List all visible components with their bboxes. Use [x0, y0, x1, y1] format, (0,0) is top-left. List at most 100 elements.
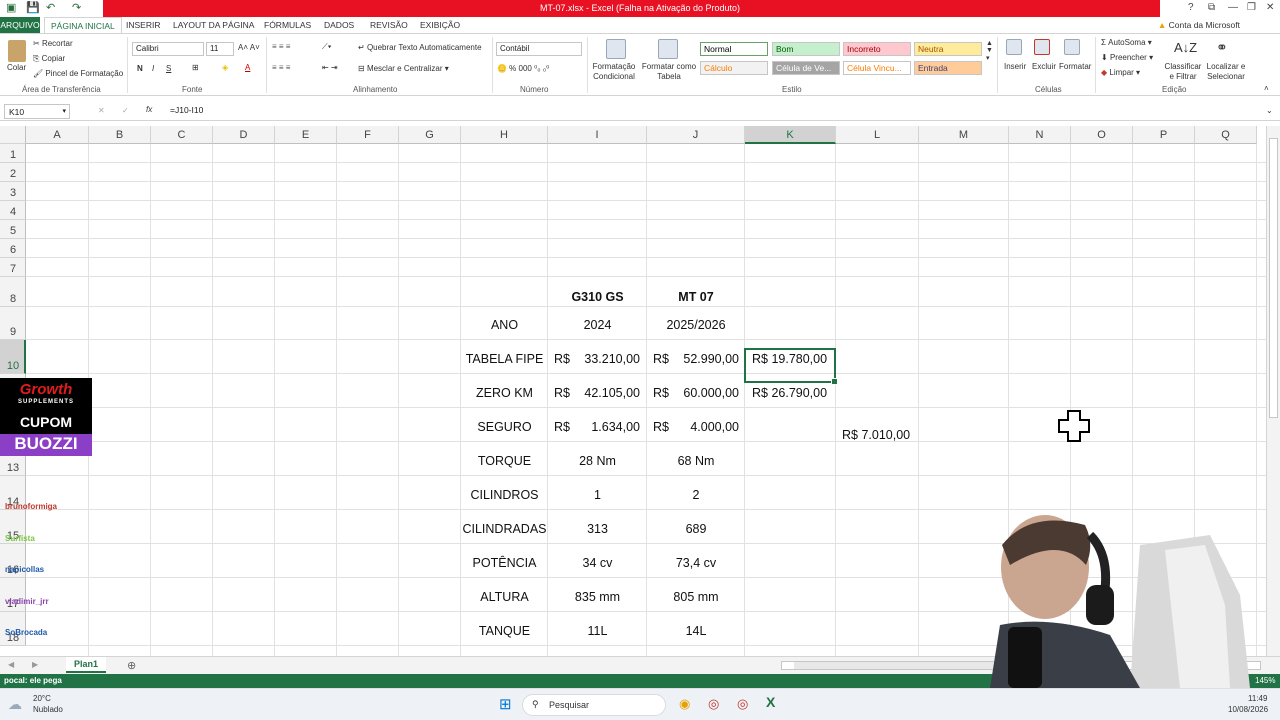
- windows-start-icon[interactable]: ⊞: [499, 695, 512, 713]
- cell-H16[interactable]: POTÊNCIA: [461, 556, 548, 570]
- sort-filter-button[interactable]: Classificar e Filtrar: [1164, 62, 1202, 82]
- weather-icon[interactable]: ☁: [8, 696, 22, 713]
- row-header-17[interactable]: 17: [0, 578, 26, 612]
- currency-icon[interactable]: 🪙 % 000 ⁰₀ ₀⁰: [497, 64, 549, 73]
- cell-I18[interactable]: 11L: [548, 624, 647, 638]
- select-all-corner[interactable]: [0, 126, 26, 144]
- selected-cell-K10[interactable]: [744, 348, 838, 385]
- cell-L12[interactable]: R$ 7.010,00: [842, 428, 910, 442]
- scroll-sheets-right-icon[interactable]: ▶: [32, 660, 38, 669]
- font-size-select[interactable]: 11: [206, 42, 234, 56]
- find-select-button[interactable]: Localizar e Selecionar: [1204, 62, 1248, 82]
- orientation-icon[interactable]: ⟋▾: [322, 42, 332, 52]
- cell-H12[interactable]: SEGURO: [461, 420, 548, 434]
- row-header-3[interactable]: 3: [0, 182, 26, 201]
- column-header-L[interactable]: L: [836, 126, 919, 144]
- new-sheet-icon[interactable]: ⊕: [127, 659, 136, 672]
- cell-I17[interactable]: 835 mm: [548, 590, 647, 604]
- format-table-icon[interactable]: [658, 39, 678, 59]
- excel-taskbar-icon[interactable]: X: [766, 694, 775, 710]
- column-header-B[interactable]: B: [89, 126, 151, 144]
- fill-color-icon[interactable]: ◈: [222, 63, 228, 72]
- formula-input[interactable]: =J10-I10: [170, 105, 203, 115]
- column-header-D[interactable]: D: [213, 126, 275, 144]
- copy-button[interactable]: ⎘ Copiar: [33, 54, 65, 64]
- cell-I10[interactable]: 33.210,00: [560, 352, 640, 366]
- fill-button[interactable]: ⬇ Preencher ▾: [1101, 53, 1153, 62]
- sheet-tab-plan1[interactable]: Plan1: [66, 657, 106, 673]
- conditional-format-button[interactable]: Formatação Condicional: [591, 62, 637, 82]
- column-header-N[interactable]: N: [1009, 126, 1071, 144]
- cut-button[interactable]: ✂ Recortar: [33, 39, 73, 48]
- cell-H13[interactable]: TORQUE: [461, 454, 548, 468]
- cell-H11[interactable]: ZERO KM: [461, 386, 548, 400]
- insert-function-icon[interactable]: fx: [146, 105, 152, 114]
- tab-arquivo[interactable]: ARQUIVO: [0, 17, 40, 34]
- row-header-7[interactable]: 7: [0, 258, 26, 277]
- taskbar-search[interactable]: ⚲ Pesquisar: [522, 694, 666, 716]
- row-header-5[interactable]: 5: [0, 220, 26, 239]
- app-icon-2[interactable]: ◎: [737, 696, 748, 712]
- cell-J8[interactable]: MT 07: [647, 290, 745, 304]
- row-header-9[interactable]: 9: [0, 307, 26, 340]
- column-header-J[interactable]: J: [647, 126, 745, 144]
- insert-cells-icon[interactable]: [1006, 39, 1022, 55]
- tab-revisao[interactable]: REVISÃO: [370, 20, 408, 30]
- cell-J13[interactable]: 68 Nm: [647, 454, 745, 468]
- collapse-ribbon-icon[interactable]: ˄: [1264, 84, 1269, 93]
- align-left-icon[interactable]: ≡ ≡ ≡: [272, 63, 290, 72]
- conditional-format-icon[interactable]: [606, 39, 626, 59]
- tab-pagina-inicial[interactable]: PÁGINA INICIAL: [44, 17, 122, 34]
- italic-button[interactable]: I: [152, 64, 154, 73]
- wrap-text-button[interactable]: ↵ Quebrar Texto Automaticamente: [358, 43, 482, 52]
- column-header-Q[interactable]: Q: [1195, 126, 1257, 144]
- cell-K11[interactable]: R$ 26.790,00: [752, 386, 827, 400]
- column-header-A[interactable]: A: [26, 126, 89, 144]
- cell-style-0[interactable]: Normal: [700, 42, 768, 56]
- minimize-icon[interactable]: —: [1228, 2, 1238, 13]
- column-header-K[interactable]: K: [745, 126, 836, 144]
- column-header-O[interactable]: O: [1071, 126, 1133, 144]
- bold-button[interactable]: N: [137, 64, 143, 73]
- cell-J11[interactable]: 60.000,00: [660, 386, 739, 400]
- chrome-icon[interactable]: ◉: [679, 696, 690, 712]
- column-header-G[interactable]: G: [399, 126, 461, 144]
- cell-J18[interactable]: 14L: [647, 624, 745, 638]
- column-header-F[interactable]: F: [337, 126, 399, 144]
- sort-filter-icon[interactable]: A↓Z: [1174, 40, 1197, 55]
- row-header-4[interactable]: 4: [0, 201, 26, 220]
- delete-cells-icon[interactable]: [1034, 39, 1050, 55]
- account-link[interactable]: ▲ Conta da Microsoft: [1158, 20, 1240, 30]
- tab-layout[interactable]: LAYOUT DA PÁGINA: [173, 20, 254, 30]
- ribbon-display-icon[interactable]: ⧉: [1208, 2, 1215, 13]
- maximize-icon[interactable]: ❐: [1247, 2, 1256, 13]
- cell-H10[interactable]: TABELA FIPE: [461, 352, 548, 366]
- cell-I11[interactable]: 42.105,00: [560, 386, 640, 400]
- column-header-C[interactable]: C: [151, 126, 213, 144]
- borders-icon[interactable]: ⊞: [192, 63, 199, 72]
- grow-font-icon[interactable]: A˄ A˅: [238, 43, 260, 52]
- cell-I9[interactable]: 2024: [548, 318, 647, 332]
- vertical-scroll-thumb[interactable]: [1269, 138, 1278, 418]
- cell-I8[interactable]: G310 GS: [548, 290, 647, 304]
- cell-J10[interactable]: 52.990,00: [660, 352, 739, 366]
- cell-H14[interactable]: CILINDROS: [461, 488, 548, 502]
- cell-J17[interactable]: 805 mm: [647, 590, 745, 604]
- cell-J15[interactable]: 689: [647, 522, 745, 536]
- binoculars-icon[interactable]: ⚭: [1216, 39, 1228, 56]
- font-color-icon[interactable]: A: [245, 63, 250, 72]
- horizontal-scroll-thumb[interactable]: [794, 662, 1014, 669]
- indent-icon[interactable]: ⇤ ⇥: [322, 63, 338, 72]
- insert-cells-button[interactable]: Inserir: [1004, 62, 1026, 71]
- cell-J16[interactable]: 73,4 cv: [647, 556, 745, 570]
- cell-I16[interactable]: 34 cv: [548, 556, 647, 570]
- cell-J9[interactable]: 2025/2026: [647, 318, 745, 332]
- column-header-E[interactable]: E: [275, 126, 337, 144]
- scroll-sheets-left-icon[interactable]: ◀: [8, 660, 14, 669]
- column-header-P[interactable]: P: [1133, 126, 1195, 144]
- column-header-I[interactable]: I: [548, 126, 647, 144]
- row-header-10[interactable]: 10: [0, 340, 26, 374]
- enter-icon[interactable]: ✓: [122, 106, 129, 115]
- close-icon[interactable]: ✕: [1266, 2, 1274, 13]
- tab-inserir[interactable]: INSERIR: [126, 20, 160, 30]
